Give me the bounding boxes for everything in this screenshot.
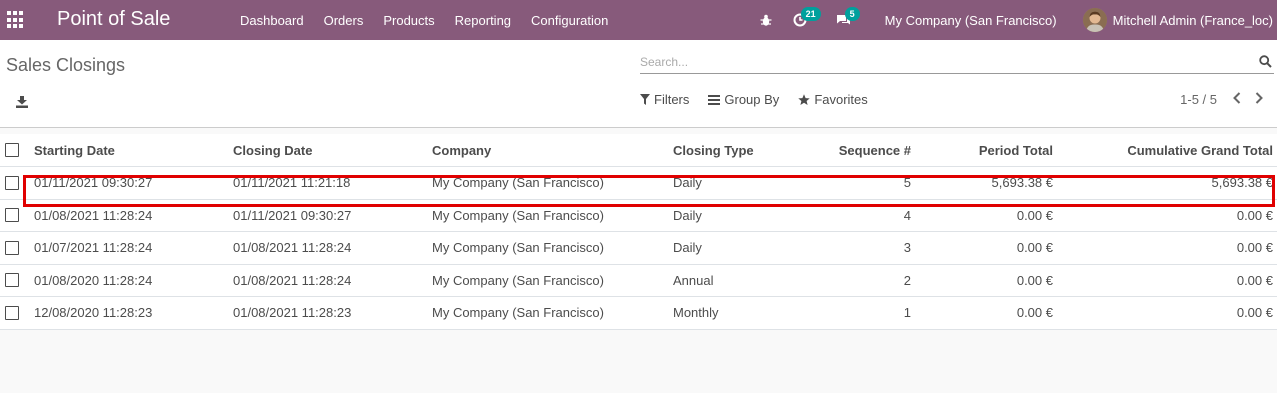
- column-header-closing-type[interactable]: Closing Type: [673, 134, 754, 166]
- period-total-cell: 0.00 €: [1016, 272, 1053, 288]
- column-header-closing-date[interactable]: Closing Date: [233, 134, 312, 166]
- period-total-cell: 0.00 €: [1016, 305, 1053, 321]
- cumulative-total-cell: 0.00 €: [1236, 305, 1273, 321]
- filters-label: Filters: [654, 92, 690, 107]
- search-icon[interactable]: [1259, 55, 1272, 73]
- search-options: Filters Group By Favorites: [640, 92, 887, 107]
- user-menu[interactable]: Mitchell Admin (France_loc): [1082, 8, 1273, 32]
- starting-date-cell: 12/08/2020 11:28:23: [34, 305, 153, 321]
- closing-type-cell: Daily: [673, 175, 702, 191]
- sales-closings-table: Starting Date Closing Date Company Closi…: [0, 134, 1277, 330]
- menu-item-products[interactable]: Products: [373, 13, 444, 28]
- menu-item-orders[interactable]: Orders: [314, 13, 374, 28]
- search-bar: [640, 52, 1274, 74]
- row-checkbox[interactable]: [5, 305, 19, 320]
- column-header-company[interactable]: Company: [432, 134, 491, 166]
- table-row[interactable]: 12/08/2020 11:28:23 01/08/2021 11:28:23 …: [0, 297, 1277, 330]
- menu-item-reporting[interactable]: Reporting: [445, 13, 521, 28]
- favorites-label: Favorites: [814, 92, 868, 107]
- filter-funnel-icon: [640, 94, 650, 105]
- menu-item-dashboard[interactable]: Dashboard: [230, 13, 314, 28]
- starting-date-cell: 01/07/2021 11:28:24: [34, 240, 153, 256]
- closing-date-cell: 01/08/2021 11:28:24: [233, 272, 352, 288]
- starting-date-cell: 01/11/2021 09:30:27: [34, 175, 153, 191]
- table-row[interactable]: 01/08/2021 11:28:24 01/11/2021 09:30:27 …: [0, 200, 1277, 232]
- column-header-cumulative-grand-total[interactable]: Cumulative Grand Total: [1127, 134, 1273, 166]
- messages-chat-icon[interactable]: 5: [831, 0, 860, 40]
- closing-date-cell: 01/11/2021 11:21:18: [233, 175, 351, 191]
- search-input[interactable]: [640, 52, 1240, 72]
- closing-date-cell: 01/08/2021 11:28:23: [233, 305, 352, 321]
- sequence-cell: 2: [903, 272, 911, 288]
- closing-type-cell: Monthly: [673, 305, 719, 321]
- download-icon[interactable]: [16, 95, 28, 113]
- company-cell: My Company (San Francisco): [432, 305, 604, 321]
- avatar: [1082, 8, 1107, 32]
- cumulative-total-cell: 0.00 €: [1236, 240, 1273, 256]
- closing-type-cell: Daily: [673, 240, 702, 256]
- period-total-cell: 0.00 €: [1016, 240, 1053, 256]
- column-header-period-total[interactable]: Period Total: [979, 134, 1053, 166]
- column-header-starting-date[interactable]: Starting Date: [34, 134, 115, 166]
- group-by-button[interactable]: Group By: [708, 92, 779, 107]
- period-total-cell: 5,693.38 €: [991, 175, 1053, 191]
- favorites-button[interactable]: Favorites: [798, 92, 868, 107]
- activity-clock-icon[interactable]: 21: [787, 0, 821, 40]
- sequence-cell: 4: [903, 207, 911, 223]
- pager-value[interactable]: 1-5 / 5: [1180, 92, 1217, 107]
- table-row[interactable]: 01/11/2021 09:30:27 01/11/2021 11:21:18 …: [0, 167, 1277, 200]
- message-count-badge: 5: [844, 7, 860, 21]
- starting-date-cell: 01/08/2020 11:28:24: [34, 272, 153, 288]
- closing-type-cell: Daily: [673, 207, 702, 223]
- starting-date-cell: 01/08/2021 11:28:24: [34, 207, 153, 223]
- apps-menu-icon[interactable]: [7, 11, 25, 29]
- bars-icon: [708, 94, 721, 105]
- app-title[interactable]: Point of Sale: [57, 6, 170, 32]
- company-cell: My Company (San Francisco): [432, 207, 604, 223]
- closing-date-cell: 01/08/2021 11:28:24: [233, 240, 352, 256]
- row-checkbox[interactable]: [5, 175, 19, 190]
- sequence-cell: 1: [903, 305, 911, 321]
- cumulative-total-cell: 0.00 €: [1236, 207, 1273, 223]
- debug-bug-icon[interactable]: [753, 0, 779, 40]
- systray: 21 5 My Company (San Francisco) Mitchell…: [753, 0, 1277, 40]
- column-header-sequence[interactable]: Sequence #: [839, 134, 911, 166]
- control-panel: Sales Closings Filters Group By Favorite…: [0, 40, 1277, 128]
- breadcrumb: Sales Closings: [6, 55, 126, 75]
- company-cell: My Company (San Francisco): [432, 175, 604, 191]
- table-header-row: Starting Date Closing Date Company Closi…: [0, 134, 1277, 167]
- company-cell: My Company (San Francisco): [432, 272, 604, 288]
- user-name: Mitchell Admin (France_loc): [1112, 12, 1273, 28]
- table-row[interactable]: 01/08/2020 11:28:24 01/08/2021 11:28:24 …: [0, 265, 1277, 297]
- sequence-cell: 5: [903, 175, 911, 191]
- company-cell: My Company (San Francisco): [432, 240, 604, 256]
- group-by-label: Group By: [724, 92, 780, 107]
- row-checkbox[interactable]: [5, 208, 19, 223]
- activity-count-badge: 21: [800, 7, 821, 21]
- cumulative-total-cell: 5,693.38 €: [1211, 175, 1273, 191]
- star-icon: [798, 93, 811, 105]
- top-navbar: Point of Sale Dashboard Orders Products …: [0, 0, 1277, 40]
- company-switcher[interactable]: My Company (San Francisco): [885, 13, 1057, 28]
- filters-button[interactable]: Filters: [640, 92, 689, 107]
- closing-date-cell: 01/11/2021 09:30:27: [233, 207, 352, 223]
- row-checkbox[interactable]: [5, 240, 19, 255]
- select-all-checkbox[interactable]: [5, 143, 19, 157]
- sequence-cell: 3: [903, 240, 911, 256]
- cumulative-total-cell: 0.00 €: [1236, 272, 1273, 288]
- pager: 1-5 / 5: [1180, 92, 1263, 107]
- row-checkbox[interactable]: [5, 273, 19, 288]
- pager-next-icon[interactable]: [1255, 92, 1263, 107]
- main-menu: Dashboard Orders Products Reporting Conf…: [230, 0, 618, 40]
- menu-item-configuration[interactable]: Configuration: [521, 13, 618, 28]
- closing-type-cell: Annual: [673, 272, 714, 288]
- pager-previous-icon[interactable]: [1233, 92, 1241, 107]
- table-row[interactable]: 01/07/2021 11:28:24 01/08/2021 11:28:24 …: [0, 232, 1277, 265]
- period-total-cell: 0.00 €: [1016, 207, 1053, 223]
